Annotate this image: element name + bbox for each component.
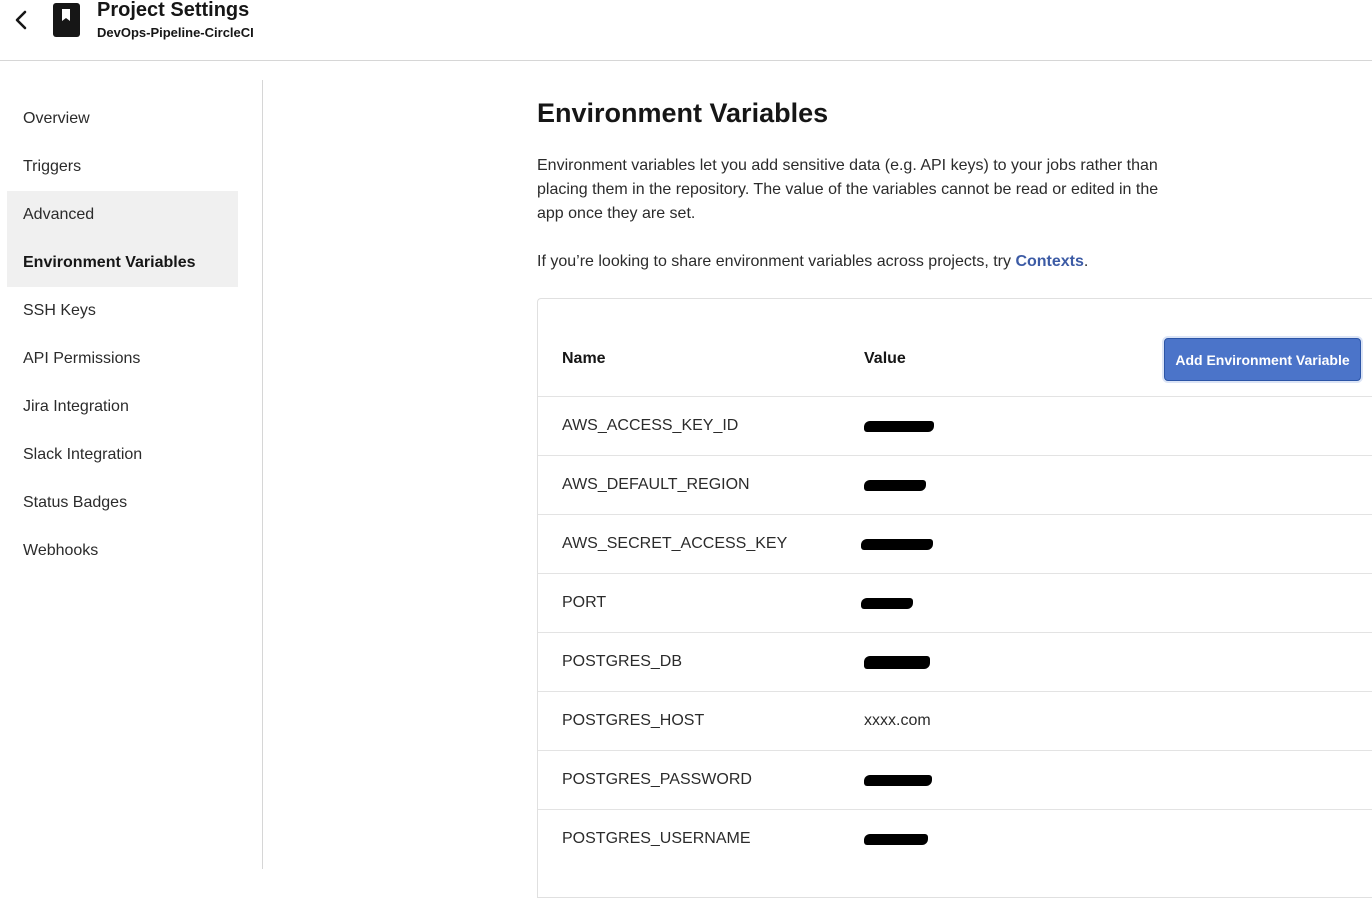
table-row: AWS_SECRET_ACCESS_KEY bbox=[538, 514, 1372, 573]
variable-value: xxxx.com bbox=[864, 712, 931, 729]
project-name: DevOps-Pipeline-CircleCI bbox=[97, 25, 254, 40]
sidebar-item-api-permissions[interactable]: API Permissions bbox=[7, 335, 238, 383]
redaction-mark bbox=[864, 479, 926, 491]
sidebar-item-overview[interactable]: Overview bbox=[7, 95, 238, 143]
section-title: Environment Variables bbox=[537, 98, 829, 128]
contexts-link[interactable]: Contexts bbox=[1015, 253, 1083, 270]
variable-name: AWS_DEFAULT_REGION bbox=[562, 476, 750, 493]
variable-name: POSTGRES_PASSWORD bbox=[562, 771, 752, 788]
redaction-mark bbox=[864, 833, 928, 845]
table-row: POSTGRES_USERNAME bbox=[538, 809, 1372, 868]
redaction-mark bbox=[864, 774, 932, 786]
add-environment-variable-button[interactable]: Add Environment Variable bbox=[1164, 338, 1361, 381]
table-row: AWS_ACCESS_KEY_ID bbox=[538, 396, 1372, 455]
sidebar-item-jira-integration[interactable]: Jira Integration bbox=[7, 383, 238, 431]
variable-name: PORT bbox=[562, 594, 607, 611]
sidebar-item-ssh-keys[interactable]: SSH Keys bbox=[7, 287, 238, 335]
page-header: Project Settings DevOps-Pipeline-CircleC… bbox=[0, 0, 1372, 61]
sidebar-item-triggers[interactable]: Triggers bbox=[7, 143, 238, 191]
table-row: POSTGRES_PASSWORD bbox=[538, 750, 1372, 809]
redaction-mark bbox=[861, 597, 913, 609]
sidebar-item-environment-variables[interactable]: Environment Variables bbox=[7, 239, 238, 287]
contexts-hint: If you’re looking to share environment v… bbox=[537, 250, 1088, 274]
sidebar-item-status-badges[interactable]: Status Badges bbox=[7, 479, 238, 527]
sidebar-item-advanced[interactable]: Advanced bbox=[7, 191, 238, 239]
value-column-header: Value bbox=[864, 350, 906, 367]
back-button[interactable] bbox=[8, 4, 34, 36]
variable-name: AWS_ACCESS_KEY_ID bbox=[562, 417, 739, 434]
variable-value-redacted bbox=[864, 751, 932, 809]
variable-name: POSTGRES_USERNAME bbox=[562, 830, 751, 847]
table-row: POSTGRES_DB bbox=[538, 632, 1372, 691]
variable-name: AWS_SECRET_ACCESS_KEY bbox=[562, 535, 788, 552]
table-row: AWS_DEFAULT_REGION bbox=[538, 455, 1372, 514]
variable-value-redacted bbox=[864, 456, 926, 514]
table-row: POSTGRES_HOST xxxx.com bbox=[538, 691, 1372, 750]
variable-name: POSTGRES_HOST bbox=[562, 712, 705, 729]
section-description: Environment variables let you add sensit… bbox=[537, 157, 1159, 222]
bookmark-icon bbox=[53, 3, 80, 37]
variable-value-redacted bbox=[864, 397, 934, 455]
sidebar-item-slack-integration[interactable]: Slack Integration bbox=[7, 431, 238, 479]
contexts-hint-suffix: . bbox=[1083, 253, 1089, 270]
table-row: PORT bbox=[538, 573, 1372, 632]
redaction-mark bbox=[864, 655, 930, 669]
page-title: Project Settings bbox=[97, 0, 250, 21]
chevron-left-icon bbox=[15, 10, 27, 30]
contexts-hint-text: If you’re looking to share environment v… bbox=[537, 253, 1016, 270]
name-column-header: Name bbox=[562, 350, 606, 367]
variable-value-redacted bbox=[864, 633, 930, 691]
redaction-mark bbox=[861, 538, 933, 550]
variable-value-redacted bbox=[861, 515, 933, 573]
variable-name: POSTGRES_DB bbox=[562, 653, 683, 670]
sidebar-item-webhooks[interactable]: Webhooks bbox=[7, 527, 238, 575]
redaction-mark bbox=[864, 420, 934, 432]
variable-value-redacted bbox=[864, 810, 928, 868]
variable-value-redacted bbox=[861, 574, 913, 632]
